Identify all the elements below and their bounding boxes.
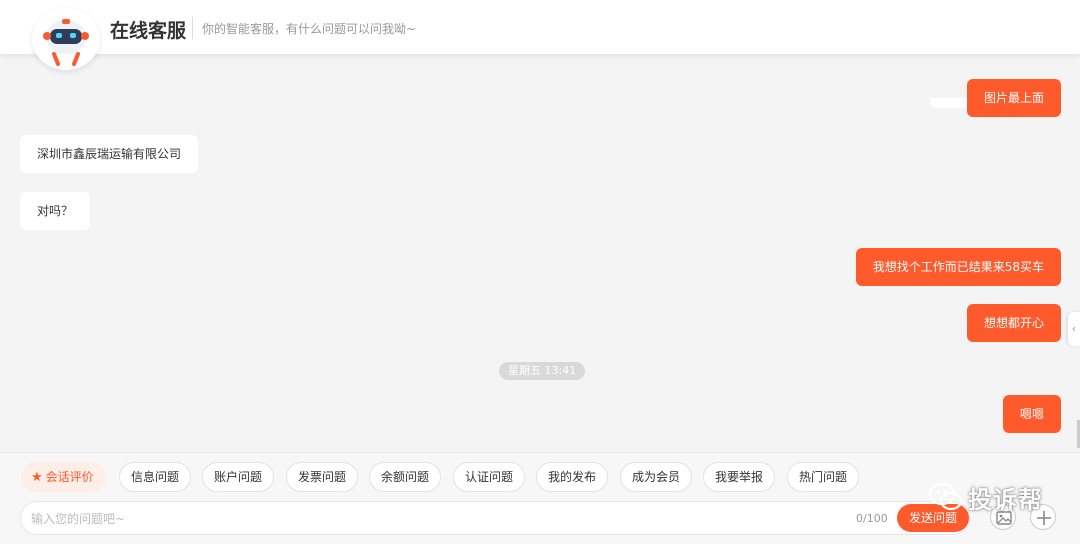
message-list[interactable]: 图片最上面 深圳市鑫辰瑞运输有限公司 对吗？ 我想找个工作而已结果来58买车 想… bbox=[0, 54, 1080, 452]
wechat-icon bbox=[928, 482, 963, 511]
chevron-left-icon[interactable]: ‹ bbox=[1068, 312, 1080, 346]
quick-action-chip[interactable]: 发票问题 bbox=[286, 462, 359, 492]
robot-avatar-icon bbox=[32, 8, 100, 70]
message-bubble-incoming: 深圳市鑫辰瑞运输有限公司 bbox=[20, 135, 199, 173]
star-icon: ★ bbox=[31, 470, 43, 485]
char-counter: 0/100 bbox=[856, 512, 888, 525]
message-input[interactable] bbox=[31, 509, 811, 529]
header-divider bbox=[192, 17, 193, 39]
timestamp-divider: 星期五 13:41 bbox=[499, 362, 586, 380]
chat-header: 在线客服 你的智能客服，有什么问题可以问我呦~ bbox=[0, 0, 1080, 54]
quick-action-chip[interactable]: 信息问题 bbox=[119, 462, 192, 492]
quick-action-chip[interactable]: 余额问题 bbox=[369, 462, 442, 492]
quick-action-chip[interactable]: 成为会员 bbox=[620, 462, 693, 492]
watermark-text: 投诉帮 bbox=[968, 486, 1043, 514]
header-subtitle: 你的智能客服，有什么问题可以问我呦~ bbox=[202, 22, 417, 36]
quick-action-chip[interactable]: 热门问题 bbox=[787, 462, 860, 492]
quick-action-chip[interactable]: 我的发布 bbox=[536, 462, 609, 492]
quick-action-chip[interactable]: 账户问题 bbox=[202, 462, 275, 492]
message-bubble-outgoing: 我想找个工作而已结果来58买车 bbox=[855, 248, 1061, 286]
message-bubble-outgoing: 图片最上面 bbox=[966, 79, 1061, 117]
rate-session-label: 会话评价 bbox=[45, 470, 94, 484]
message-bubble-incoming: 对吗？ bbox=[20, 192, 91, 230]
quick-action-chip[interactable]: 我要举报 bbox=[703, 462, 776, 492]
message-bubble-outgoing: 想想都开心 bbox=[966, 304, 1061, 342]
page-title: 在线客服 bbox=[110, 20, 187, 42]
rate-session-button[interactable]: ★ 会话评价 bbox=[21, 462, 106, 492]
message-input-box: 0/100 发送问题 bbox=[20, 501, 970, 535]
message-bubble-outgoing: 嗯嗯 bbox=[1002, 395, 1061, 433]
composer-panel: ★ 会话评价 信息问题 账户问题 发票问题 余额问题 认证问题 我的发布 成为会员… bbox=[0, 452, 1080, 544]
quick-action-chip[interactable]: 认证问题 bbox=[453, 462, 526, 492]
